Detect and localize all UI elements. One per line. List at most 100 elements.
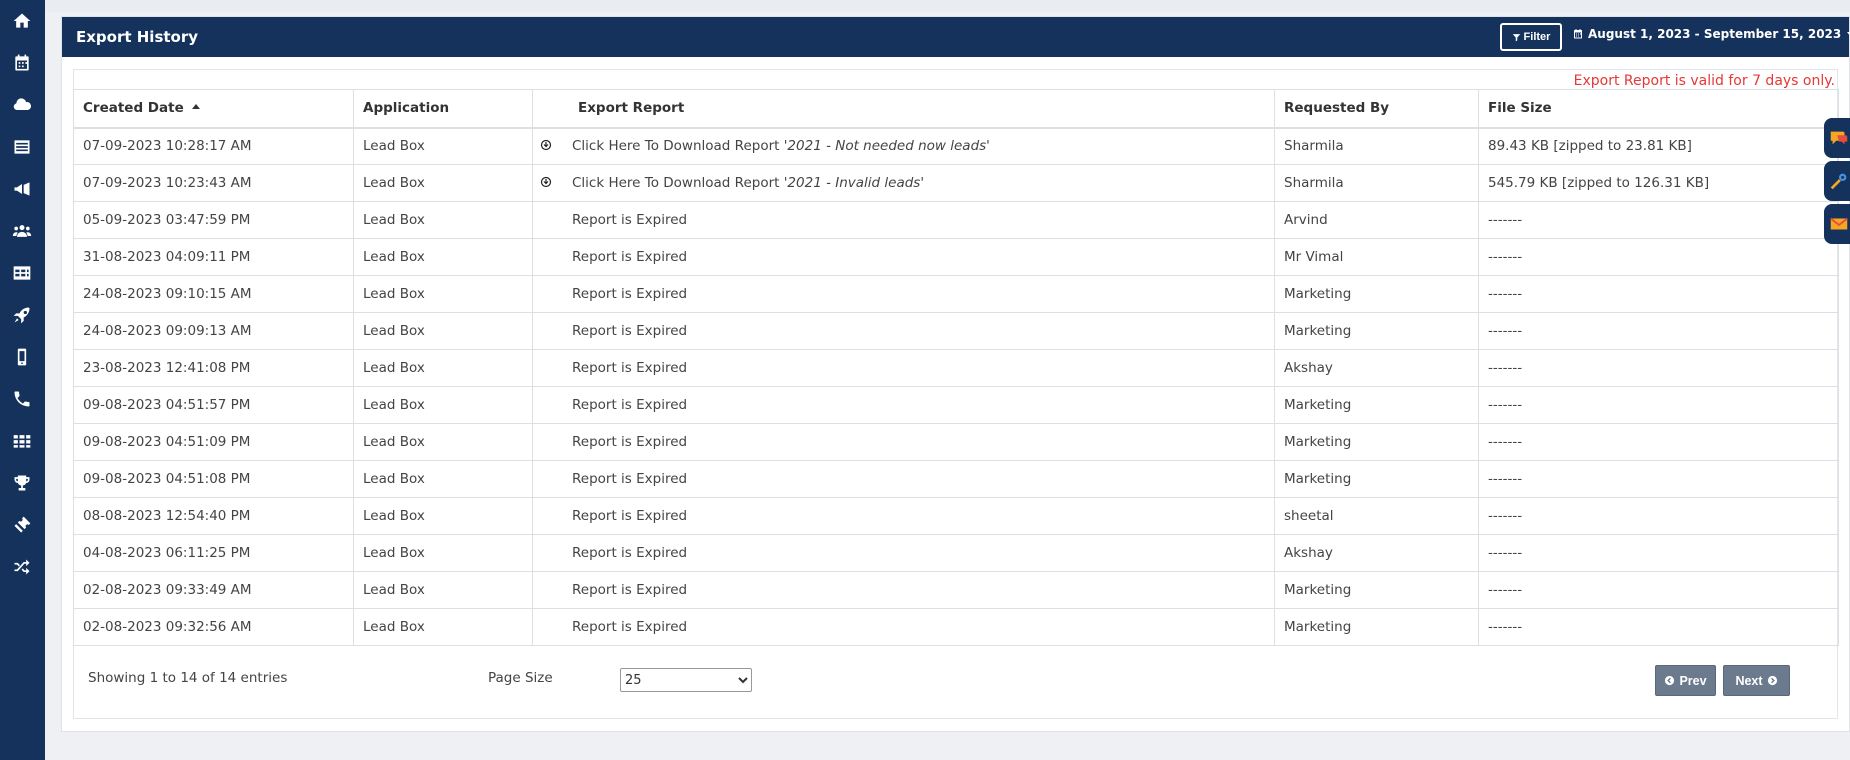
table-row: 02-08-2023 09:33:49 AM Lead Box Report is … — [73, 571, 1839, 609]
expired-status: Report is Expired — [572, 286, 688, 302]
column-header-requested-by: Requested By — [1274, 89, 1479, 129]
table-row: 05-09-2023 03:47:59 PM Lead Box Report is … — [73, 201, 1839, 239]
download-report-link[interactable]: Click Here To Download Report '2021 - No… — [572, 138, 990, 154]
cell-export-report: Report is Expired — [532, 497, 1275, 535]
cell-application: Lead Box — [353, 386, 533, 424]
cell-requested-by: Akshay — [1274, 534, 1479, 572]
cell-created-date: 02-08-2023 09:33:49 AM — [73, 571, 354, 609]
users-icon[interactable] — [10, 219, 34, 243]
expired-status: Report is Expired — [572, 582, 688, 598]
cell-application: Lead Box — [353, 349, 533, 387]
next-button[interactable]: Next — [1723, 665, 1790, 696]
mail-widget-tab[interactable] — [1824, 204, 1850, 244]
date-range-picker[interactable]: August 1, 2023 - September 15, 2023 — [1572, 27, 1850, 41]
cell-application: Lead Box — [353, 460, 533, 498]
cell-requested-by: Marketing — [1274, 423, 1479, 461]
cell-created-date: 04-08-2023 06:11:25 PM — [73, 534, 354, 572]
home-icon[interactable] — [10, 9, 34, 33]
cell-application: Lead Box — [353, 201, 533, 239]
table-row: 31-08-2023 04:09:11 PM Lead Box Report is … — [73, 238, 1839, 276]
tools-widget-tab[interactable] — [1824, 161, 1850, 201]
next-button-label: Next — [1735, 673, 1763, 688]
trophy-icon[interactable] — [10, 471, 34, 495]
expired-status: Report is Expired — [572, 434, 688, 450]
cell-file-size: ------- — [1478, 349, 1839, 387]
download-circle-icon[interactable] — [540, 139, 552, 151]
cell-export-report: Report is Expired — [532, 275, 1275, 313]
megaphone-icon[interactable] — [10, 177, 34, 201]
download-report-link[interactable]: Click Here To Download Report '2021 - In… — [572, 175, 924, 191]
cell-application: Lead Box — [353, 127, 533, 165]
cell-created-date: 09-08-2023 04:51:57 PM — [73, 386, 354, 424]
cell-export-report: Report is Expired — [532, 460, 1275, 498]
report-name: '2021 - Not needed now leads' — [783, 138, 990, 155]
prev-button[interactable]: Prev — [1655, 665, 1716, 696]
cell-export-report: Report is Expired — [532, 608, 1275, 646]
cell-export-report[interactable]: Click Here To Download Report '2021 - In… — [532, 164, 1275, 202]
cell-file-size: 89.43 KB [zipped to 23.81 KB] — [1478, 127, 1839, 165]
cell-requested-by: Marketing — [1274, 312, 1479, 350]
cell-created-date: 24-08-2023 09:10:15 AM — [73, 275, 354, 313]
table-icon[interactable] — [10, 261, 34, 285]
rocket-icon[interactable] — [10, 303, 34, 327]
table-row: 09-08-2023 04:51:57 PM Lead Box Report is … — [73, 386, 1839, 424]
cell-application: Lead Box — [353, 164, 533, 202]
download-link-prefix: Click Here To Download Report — [572, 138, 780, 155]
expired-status: Report is Expired — [572, 323, 688, 339]
ticket-icon[interactable] — [10, 513, 34, 537]
expired-status: Report is Expired — [572, 545, 688, 561]
cell-export-report[interactable]: Click Here To Download Report '2021 - No… — [532, 127, 1275, 165]
panel-header: Export History Filter August 1, 2023 - S… — [62, 17, 1850, 57]
cell-requested-by: Marketing — [1274, 460, 1479, 498]
list-icon[interactable] — [10, 135, 34, 159]
expired-status: Report is Expired — [572, 212, 688, 228]
download-circle-icon[interactable] — [540, 176, 552, 188]
cell-created-date: 09-08-2023 04:51:09 PM — [73, 423, 354, 461]
expired-status: Report is Expired — [572, 360, 688, 376]
report-name: '2021 - Invalid leads' — [783, 175, 925, 191]
grid-icon[interactable] — [10, 429, 34, 453]
cell-file-size: ------- — [1478, 275, 1839, 313]
shuffle-icon[interactable] — [10, 555, 34, 579]
mobile-icon[interactable] — [10, 345, 34, 369]
cell-requested-by: Marketing — [1274, 275, 1479, 313]
chat-bubble-icon — [1830, 131, 1848, 145]
cell-created-date: 09-08-2023 04:51:08 PM — [73, 460, 354, 498]
cloud-icon[interactable] — [10, 93, 34, 117]
entries-summary: Showing 1 to 14 of 14 entries — [88, 670, 288, 686]
column-header-application: Application — [353, 89, 533, 129]
cell-export-report: Report is Expired — [532, 349, 1275, 387]
column-header-label: Requested By — [1284, 100, 1390, 117]
column-header-label: Export Report — [578, 100, 685, 117]
column-header-created-date[interactable]: Created Date — [73, 89, 354, 129]
cell-created-date: 05-09-2023 03:47:59 PM — [73, 201, 354, 239]
cell-export-report: Report is Expired — [532, 534, 1275, 572]
chevron-right-circle-icon — [1767, 675, 1777, 686]
expired-status: Report is Expired — [572, 471, 688, 487]
expired-status: Report is Expired — [572, 397, 688, 413]
chevron-left-circle-icon — [1665, 675, 1675, 686]
cell-created-date: 02-08-2023 09:32:56 AM — [73, 608, 354, 646]
calendar-icon[interactable] — [10, 51, 34, 75]
cell-requested-by: Akshay — [1274, 349, 1479, 387]
cell-file-size: ------- — [1478, 608, 1839, 646]
cell-requested-by: Sharmila — [1274, 164, 1479, 202]
download-link-prefix: Click Here To Download Report — [572, 175, 780, 191]
chat-widget-tab[interactable] — [1824, 118, 1850, 158]
phone-icon[interactable] — [10, 387, 34, 411]
cell-application: Lead Box — [353, 534, 533, 572]
cell-export-report: Report is Expired — [532, 201, 1275, 239]
page-size-select[interactable]: 25 — [620, 668, 752, 692]
top-strip — [45, 0, 1850, 12]
cell-application: Lead Box — [353, 423, 533, 461]
filter-button[interactable]: Filter — [1500, 23, 1562, 51]
table-row: 24-08-2023 09:10:15 AM Lead Box Report is … — [73, 275, 1839, 313]
wrench-icon — [1830, 173, 1847, 190]
table-row: 07-09-2023 10:23:43 AM Lead Box Click Here… — [73, 164, 1839, 202]
cell-application: Lead Box — [353, 497, 533, 535]
cell-export-report: Report is Expired — [532, 386, 1275, 424]
cell-requested-by: Marketing — [1274, 386, 1479, 424]
envelope-icon — [1830, 217, 1848, 230]
table-row: 07-09-2023 10:28:17 AM Lead Box Click Here… — [73, 127, 1839, 165]
table-row: 23-08-2023 12:41:08 PM Lead Box Report is … — [73, 349, 1839, 387]
